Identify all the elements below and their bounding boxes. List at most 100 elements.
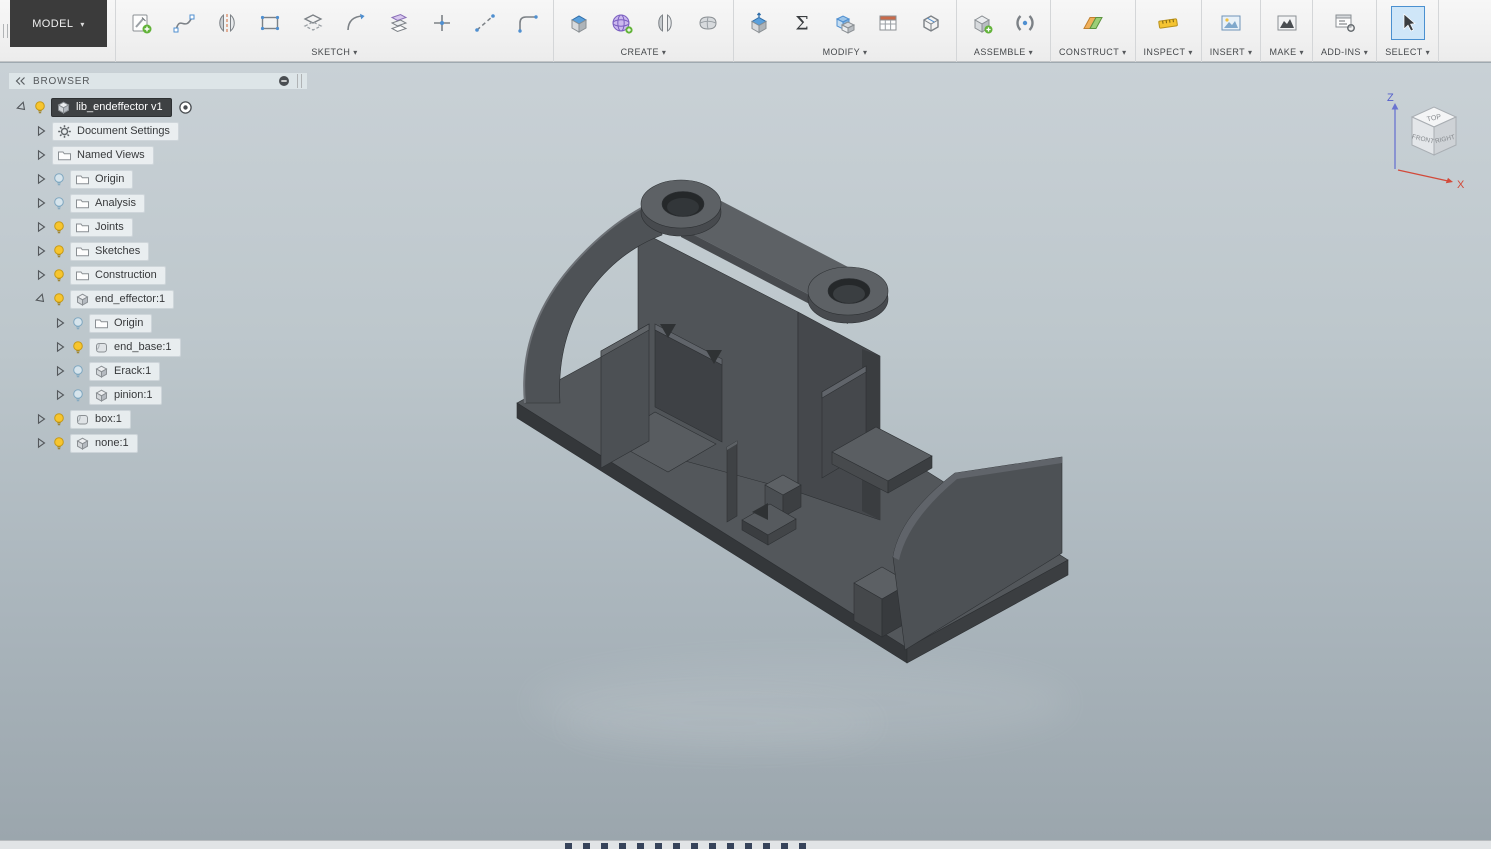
panel-grip-icon[interactable] <box>297 74 302 88</box>
combine-button[interactable] <box>828 6 862 40</box>
tree-item-analysis[interactable]: Analysis <box>70 193 145 213</box>
expand-arrow-icon[interactable] <box>35 173 47 185</box>
joint-button[interactable] <box>1008 6 1042 40</box>
press-pull-button[interactable] <box>742 6 776 40</box>
tree-item-pinion-1[interactable]: pinion:1 <box>89 385 162 405</box>
new-component-button[interactable] <box>965 6 999 40</box>
expand-arrow-icon[interactable] <box>35 269 47 281</box>
visibility-bulb-icon[interactable] <box>52 292 66 307</box>
create-extrude-button[interactable] <box>562 6 596 40</box>
scripts-addins-button[interactable] <box>1328 6 1362 40</box>
visibility-bulb-icon[interactable] <box>52 412 66 427</box>
tree-item-construction[interactable]: Construction <box>70 265 166 285</box>
tree-item-box-1[interactable]: box:1 <box>70 409 131 429</box>
timeline-feature-icon[interactable] <box>727 843 734 849</box>
construction-plane-button[interactable] <box>1076 6 1110 40</box>
visibility-bulb-icon[interactable] <box>52 268 66 283</box>
measure-button[interactable] <box>1151 6 1185 40</box>
change-parameters-button[interactable]: Σ <box>785 6 819 40</box>
visibility-bulb-icon[interactable] <box>52 172 66 187</box>
tree-item-named-views[interactable]: Named Views <box>52 145 154 165</box>
expand-arrow-icon[interactable] <box>35 413 47 425</box>
toolbar-group-dropdown[interactable]: SELECT <box>1385 44 1430 59</box>
toolbar-group-dropdown[interactable]: SKETCH <box>311 44 357 59</box>
minimize-panel-icon[interactable] <box>278 75 290 87</box>
end-effector-model[interactable] <box>516 179 1069 664</box>
expand-arrow-icon[interactable] <box>35 125 47 137</box>
tree-item-none-1[interactable]: none:1 <box>70 433 138 453</box>
visibility-bulb-icon[interactable] <box>33 100 47 115</box>
viewcube[interactable]: Z X TOP FRONT RIGHT <box>1382 89 1477 193</box>
sketch-mirror-button[interactable] <box>210 6 244 40</box>
create-mirror-button[interactable] <box>648 6 682 40</box>
tree-item-origin[interactable]: Origin <box>89 313 153 333</box>
expand-arrow-icon[interactable] <box>35 437 47 449</box>
expand-arrow-icon[interactable] <box>54 317 66 329</box>
create-form-button[interactable] <box>605 6 639 40</box>
tree-item-lib-endeffector-v1[interactable]: lib_endeffector v1 <box>51 97 172 117</box>
tree-item-origin[interactable]: Origin <box>70 169 134 189</box>
timeline-feature-icon[interactable] <box>565 843 572 849</box>
create-tspline-box-button[interactable] <box>691 6 725 40</box>
toolbar-group-dropdown[interactable]: ADD-INS <box>1321 44 1368 59</box>
toolbar-group-dropdown[interactable]: INSPECT <box>1144 44 1193 59</box>
sketch-point-button[interactable] <box>425 6 459 40</box>
toolbar-grip-icon[interactable] <box>0 0 10 62</box>
tree-item-end-effector-1[interactable]: end_effector:1 <box>70 289 175 309</box>
expand-arrow-icon[interactable] <box>54 341 66 353</box>
insert-image-button[interactable] <box>1214 6 1248 40</box>
expand-arrow-icon[interactable] <box>54 389 66 401</box>
timeline-feature-icon[interactable] <box>781 843 788 849</box>
expand-arrow-icon[interactable] <box>35 221 47 233</box>
create-sketch-button[interactable] <box>124 6 158 40</box>
expand-arrow-icon[interactable] <box>35 245 47 257</box>
toolbar-group-dropdown[interactable]: MAKE <box>1269 44 1304 59</box>
sketch-spline-button[interactable] <box>167 6 201 40</box>
workspace-menu-button[interactable]: MODEL <box>10 0 107 47</box>
collapse-panel-icon[interactable] <box>14 76 26 86</box>
timeline-feature-icon[interactable] <box>745 843 752 849</box>
shell-button[interactable] <box>914 6 948 40</box>
sketch-project-button[interactable] <box>382 6 416 40</box>
collapse-arrow-icon[interactable] <box>14 99 31 116</box>
timeline-feature-icon[interactable] <box>601 843 608 849</box>
timeline-feature-icon[interactable] <box>583 843 590 849</box>
toolbar-group-dropdown[interactable]: INSERT <box>1210 44 1253 59</box>
make-3d-print-button[interactable] <box>1270 6 1304 40</box>
timeline-feature-icon[interactable] <box>673 843 680 849</box>
tree-item-sketches[interactable]: Sketches <box>70 241 150 261</box>
tree-item-document-settings[interactable]: Document Settings <box>52 121 179 141</box>
visibility-bulb-icon[interactable] <box>52 196 66 211</box>
visibility-bulb-icon[interactable] <box>52 220 66 235</box>
sketch-arc-button[interactable] <box>339 6 373 40</box>
tree-item-erack-1[interactable]: Erack:1 <box>89 361 161 381</box>
sketch-fillet-button[interactable] <box>511 6 545 40</box>
sketch-rectangle-button[interactable] <box>253 6 287 40</box>
visibility-bulb-icon[interactable] <box>71 388 85 403</box>
tree-item-joints[interactable]: Joints <box>70 217 133 237</box>
timeline-feature-icon[interactable] <box>709 843 716 849</box>
visibility-bulb-icon[interactable] <box>52 244 66 259</box>
toolbar-group-dropdown[interactable]: CREATE <box>621 44 667 59</box>
viewport-canvas[interactable]: BROWSER lib_endeffector v1 Document Setti… <box>0 63 1491 840</box>
expand-arrow-icon[interactable] <box>54 365 66 377</box>
expand-arrow-icon[interactable] <box>35 149 47 161</box>
sketch-offset-button[interactable] <box>296 6 330 40</box>
timeline-feature-icon[interactable] <box>691 843 698 849</box>
timeline-feature-icon[interactable] <box>619 843 626 849</box>
tree-item-end-base-1[interactable]: end_base:1 <box>89 337 181 357</box>
sketch-construction-line-button[interactable] <box>468 6 502 40</box>
visibility-bulb-icon[interactable] <box>71 316 85 331</box>
expand-arrow-icon[interactable] <box>35 197 47 209</box>
visibility-bulb-icon[interactable] <box>52 436 66 451</box>
physical-material-button[interactable] <box>871 6 905 40</box>
toolbar-group-dropdown[interactable]: MODIFY <box>823 44 868 59</box>
visibility-bulb-icon[interactable] <box>71 364 85 379</box>
collapse-arrow-icon[interactable] <box>33 291 50 308</box>
toolbar-group-dropdown[interactable]: ASSEMBLE <box>974 44 1033 59</box>
activate-component-icon[interactable] <box>178 100 193 115</box>
toolbar-group-dropdown[interactable]: CONSTRUCT <box>1059 44 1127 59</box>
timeline-feature-icon[interactable] <box>763 843 770 849</box>
timeline-feature-icon[interactable] <box>655 843 662 849</box>
select-cursor-button[interactable] <box>1390 6 1425 40</box>
